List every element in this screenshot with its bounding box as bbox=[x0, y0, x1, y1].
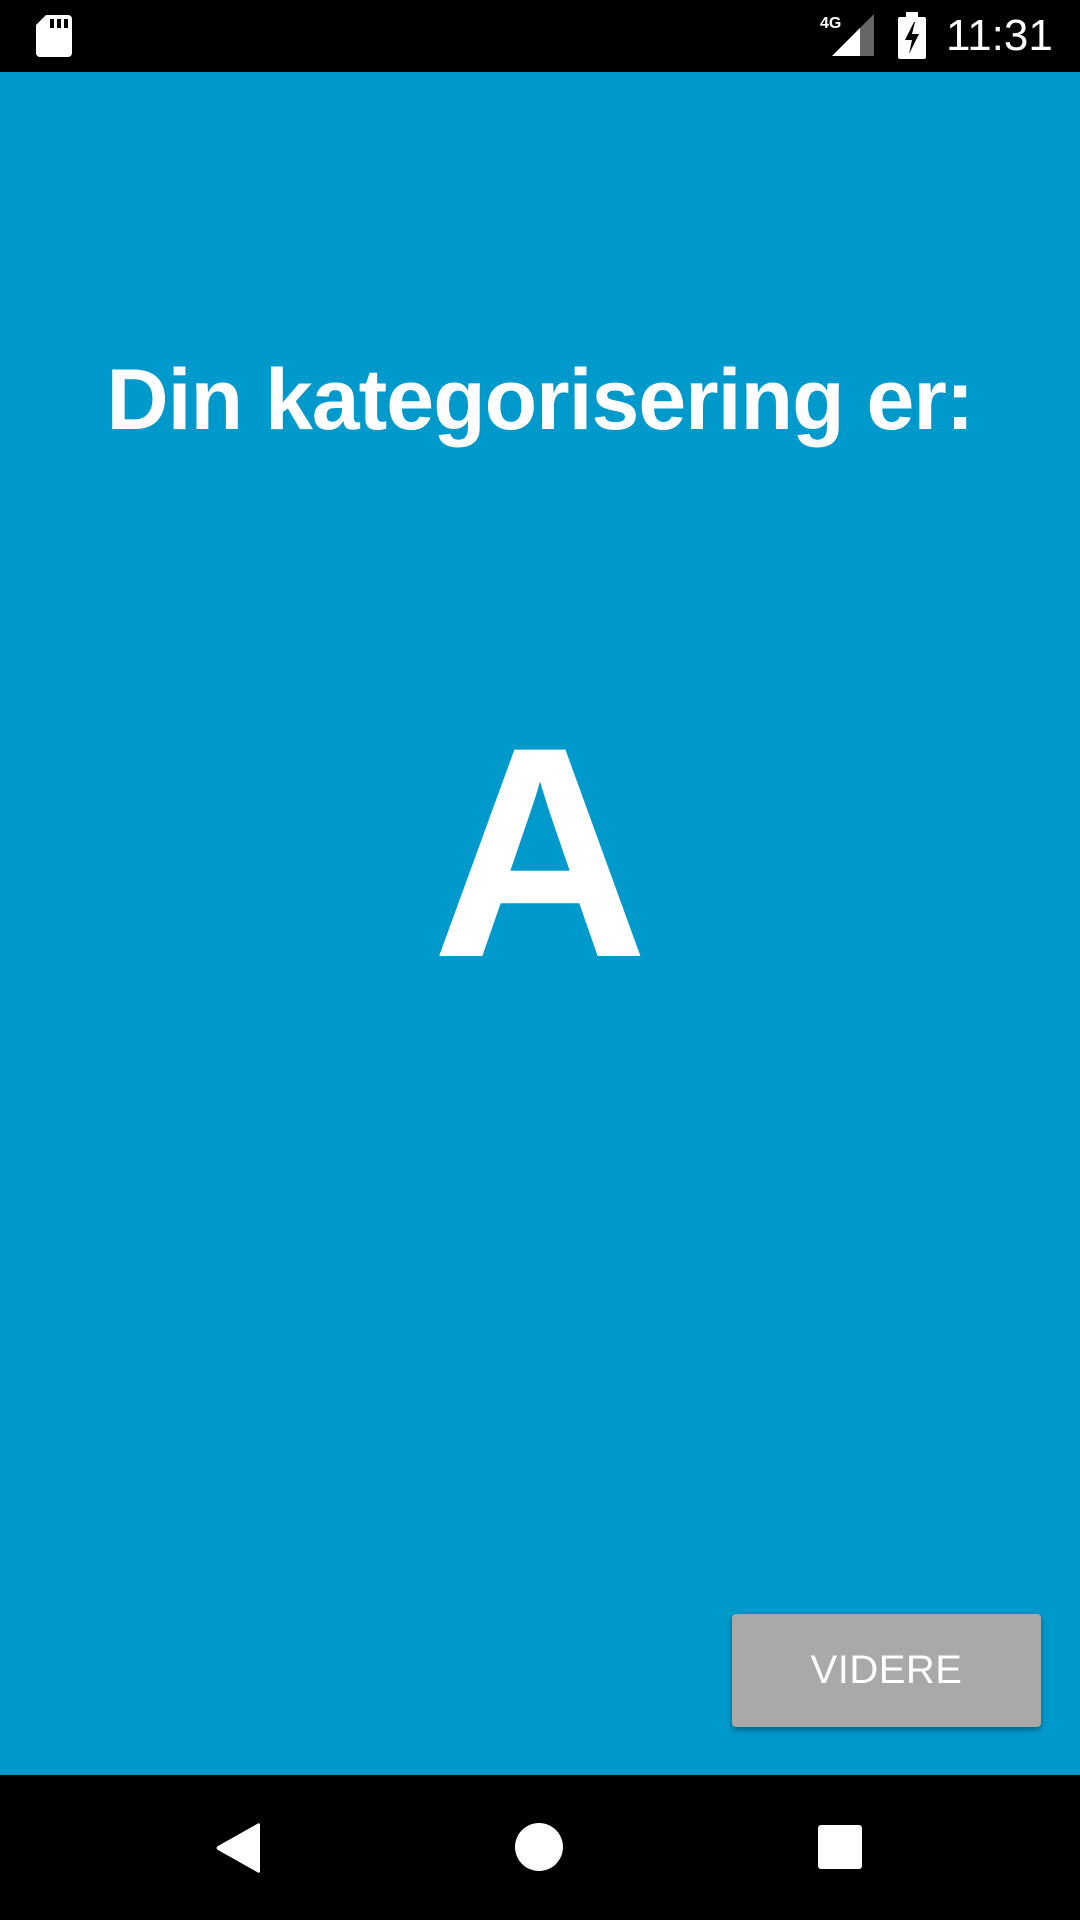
recents-icon[interactable] bbox=[817, 1824, 863, 1870]
status-clock: 11:31 bbox=[946, 11, 1053, 60]
main-content: Din kategorisering er: A VIDERE bbox=[0, 72, 1080, 1775]
status-bar: 4G 11:31 bbox=[0, 0, 1080, 72]
home-icon[interactable] bbox=[514, 1822, 564, 1872]
signal-icon: 4G bbox=[820, 14, 874, 56]
sd-card-icon bbox=[36, 15, 72, 57]
back-icon[interactable] bbox=[214, 1821, 264, 1875]
navigation-bar bbox=[0, 1775, 1080, 1920]
network-type-label: 4G bbox=[820, 15, 841, 32]
page-title: Din kategorisering er: bbox=[106, 352, 975, 448]
category-result: A bbox=[431, 684, 649, 1020]
next-button[interactable]: VIDERE bbox=[732, 1614, 1041, 1727]
battery-charging-icon bbox=[898, 12, 926, 59]
